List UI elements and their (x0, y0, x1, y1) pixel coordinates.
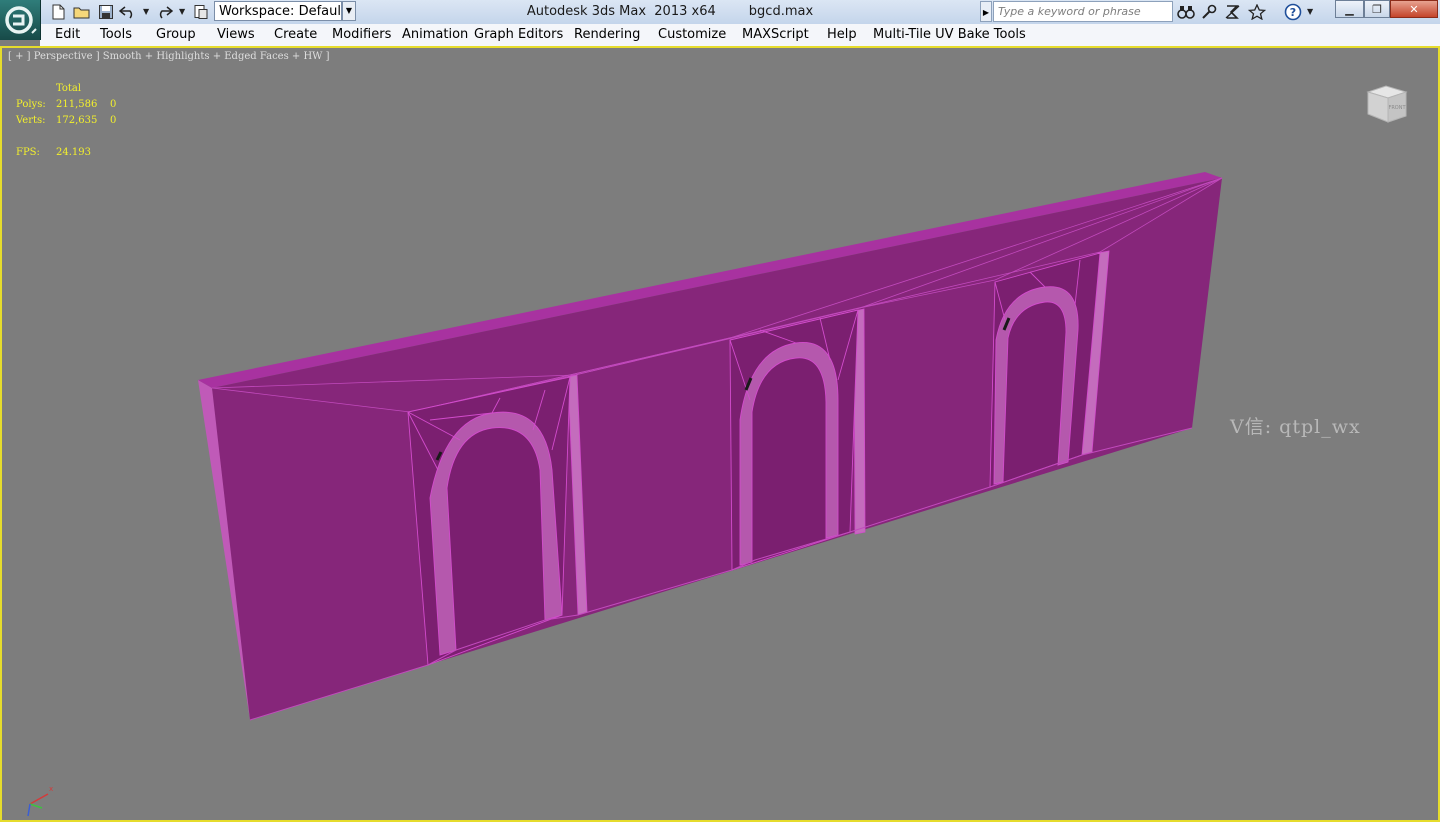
help-icon[interactable]: ? (1282, 2, 1304, 22)
wall-model[interactable] (2, 48, 1438, 820)
menu-group[interactable]: Group (156, 27, 196, 42)
perspective-viewport[interactable]: [ + ] Perspective ] Smooth + Highlights … (0, 46, 1440, 822)
search-expand-icon[interactable]: ▶ (980, 1, 992, 22)
menu-graph-editors[interactable]: Graph Editors (474, 27, 563, 42)
binoculars-icon[interactable] (1175, 2, 1197, 22)
polys-label: Polys: (16, 99, 46, 110)
menu-tools[interactable]: Tools (100, 27, 132, 42)
axis-tripod-icon: x (27, 785, 53, 817)
menu-views[interactable]: Views (217, 27, 255, 42)
watermark-text: V信: qtpl_wx (1230, 416, 1361, 438)
fps-label: FPS: (16, 147, 40, 158)
menu-multi-tile-uv-bake-tools[interactable]: Multi-Tile UV Bake Tools (873, 27, 1026, 42)
menu-bar: Edit Tools Group Views Create Modifiers … (40, 24, 1440, 47)
polys-total: 211,586 (56, 99, 98, 110)
close-icon[interactable]: ✕ (1390, 0, 1438, 18)
svg-text:?: ? (1290, 6, 1296, 19)
menu-modifiers[interactable]: Modifiers (332, 27, 391, 42)
search-input[interactable]: Type a keyword or phrase (993, 1, 1173, 22)
verts-label: Verts: (16, 115, 46, 126)
menu-animation[interactable]: Animation (402, 27, 468, 42)
menu-edit[interactable]: Edit (55, 27, 80, 42)
viewcube-icon[interactable]: FRONT (1364, 82, 1410, 128)
app-logo-icon[interactable] (0, 0, 41, 40)
menu-create[interactable]: Create (274, 27, 317, 42)
polys-selected: 0 (110, 99, 117, 110)
viewport-label[interactable]: [ + ] Perspective ] Smooth + Highlights … (8, 51, 330, 62)
menu-rendering[interactable]: Rendering (574, 27, 640, 42)
minimize-icon[interactable]: ▁ (1335, 0, 1364, 18)
menu-customize[interactable]: Customize (658, 27, 726, 42)
axis-x-label: x (49, 785, 53, 793)
fps-value: 24.193 (56, 147, 91, 158)
menu-maxscript[interactable]: MAXScript (742, 27, 809, 42)
stats-header: Total (56, 83, 82, 94)
subscription-center-icon[interactable] (1198, 2, 1220, 22)
favorites-star-icon[interactable] (1246, 2, 1268, 22)
communication-center-icon[interactable] (1222, 2, 1244, 22)
title-bar: ▼ ▼ Workspace: Default ▼ Autodesk 3ds Ma… (0, 0, 1440, 25)
arch-2 (729, 309, 859, 571)
help-dropdown-icon[interactable]: ▼ (1307, 7, 1313, 16)
menu-help[interactable]: Help (827, 27, 857, 42)
verts-selected: 0 (110, 115, 117, 126)
verts-total: 172,635 (56, 115, 98, 126)
file-name: bgcd.max (748, 4, 814, 19)
viewcube-face-label: FRONT (1388, 105, 1406, 111)
maximize-icon[interactable]: ❐ (1364, 0, 1390, 18)
app-title: Autodesk 3ds Max 2013 x64 (526, 4, 716, 19)
